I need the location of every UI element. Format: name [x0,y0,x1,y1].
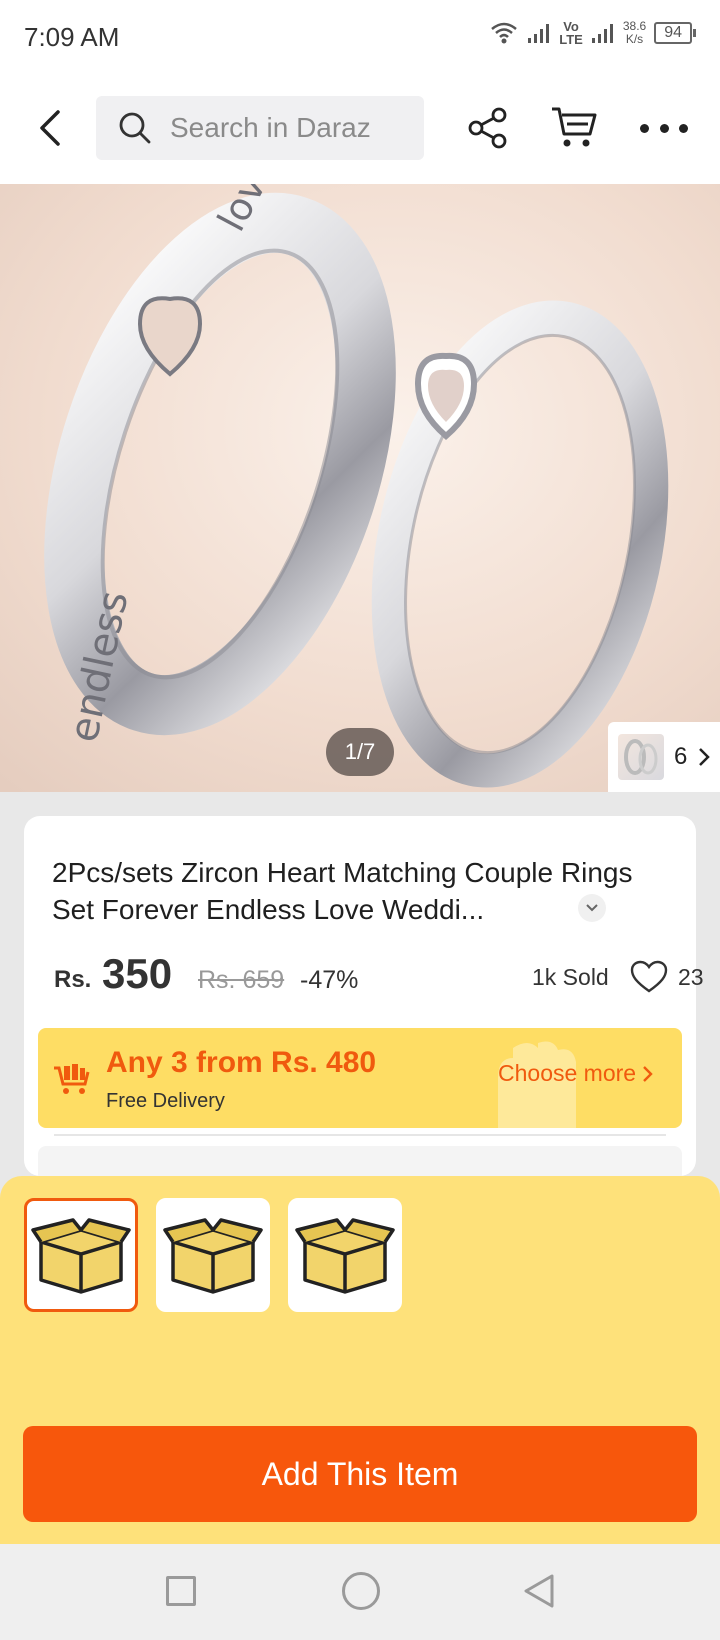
chevron-right-icon [643,1066,654,1082]
bundle-promo-banner[interactable]: Any 3 from Rs. 480 Free Delivery Choose … [38,1028,682,1128]
back-arrow-icon[interactable] [34,108,70,148]
wishlist-heart-icon[interactable] [630,960,668,994]
more-options-icon[interactable] [640,110,688,146]
add-this-item-button[interactable]: Add This Item [23,1426,697,1522]
variant-selector[interactable]: 6 [608,722,720,792]
status-indicators: Vo LTE 38.6 K/s 94 [489,19,696,47]
bundle-thumbnails [24,1198,402,1312]
wishlist-count: 23 [678,964,704,990]
signal-icon [528,24,550,43]
system-navigation-bar [0,1544,720,1640]
product-info-card: 2Pcs/sets Zircon Heart Matching Couple R… [24,816,704,1186]
discount-percent: -47% [300,966,359,994]
back-triangle-icon[interactable] [522,1572,556,1610]
promo-subtitle: Free Delivery [106,1090,225,1112]
chevron-down-icon [586,904,598,912]
bundle-thumbnail-3[interactable] [288,1198,402,1312]
search-placeholder: Search in Daraz [170,112,371,143]
network-speed: 38.6 K/s [622,19,647,46]
product-image-gallery[interactable]: endless love 1/7 6 [0,184,720,792]
original-price: Rs. 659 [198,966,285,994]
box-icon [31,1218,131,1294]
variant-thumbnail [618,734,664,780]
home-icon[interactable] [342,1572,380,1610]
divider [54,1134,666,1136]
promo-title: Any 3 from Rs. 480 [106,1046,377,1079]
variant-count: 6 [674,743,688,770]
sold-count: 1k Sold [532,964,609,990]
bundle-thumbnail-1[interactable] [24,1198,138,1312]
search-input[interactable]: Search in Daraz [96,96,424,160]
chevron-right-icon [699,748,711,766]
bundle-thumbnail-2[interactable] [156,1198,270,1312]
box-icon [163,1218,263,1294]
status-bar: 7:09 AM Vo LTE 38.6 K/s 94 [0,0,720,74]
price-row: Rs. 350 Rs. 659 -47% 1k Sold 23 [54,950,704,1000]
choose-more-link[interactable]: Choose more [498,1060,654,1087]
expand-title-button[interactable] [578,894,606,922]
volte-indicator: Vo LTE [559,19,583,47]
product-image: endless love [0,184,720,792]
product-title[interactable]: 2Pcs/sets Zircon Heart Matching Couple R… [52,854,652,928]
status-time: 7:09 AM [24,22,120,52]
signal-icon-2 [591,24,613,43]
price-currency: Rs. [54,966,92,993]
cart-icon[interactable] [550,104,598,150]
image-pager: 1/7 [326,728,394,776]
share-icon[interactable] [466,106,510,150]
wifi-icon [491,22,518,44]
search-icon [119,112,151,144]
box-icon [295,1218,395,1294]
top-navigation: Search in Daraz [0,74,720,184]
bundle-bottom-sheet: Add This Item [0,1176,720,1544]
price-value: 350 [102,950,173,997]
recents-icon[interactable] [166,1576,196,1606]
cart-bundle-icon [54,1064,90,1094]
battery-indicator: 94 [654,22,696,44]
